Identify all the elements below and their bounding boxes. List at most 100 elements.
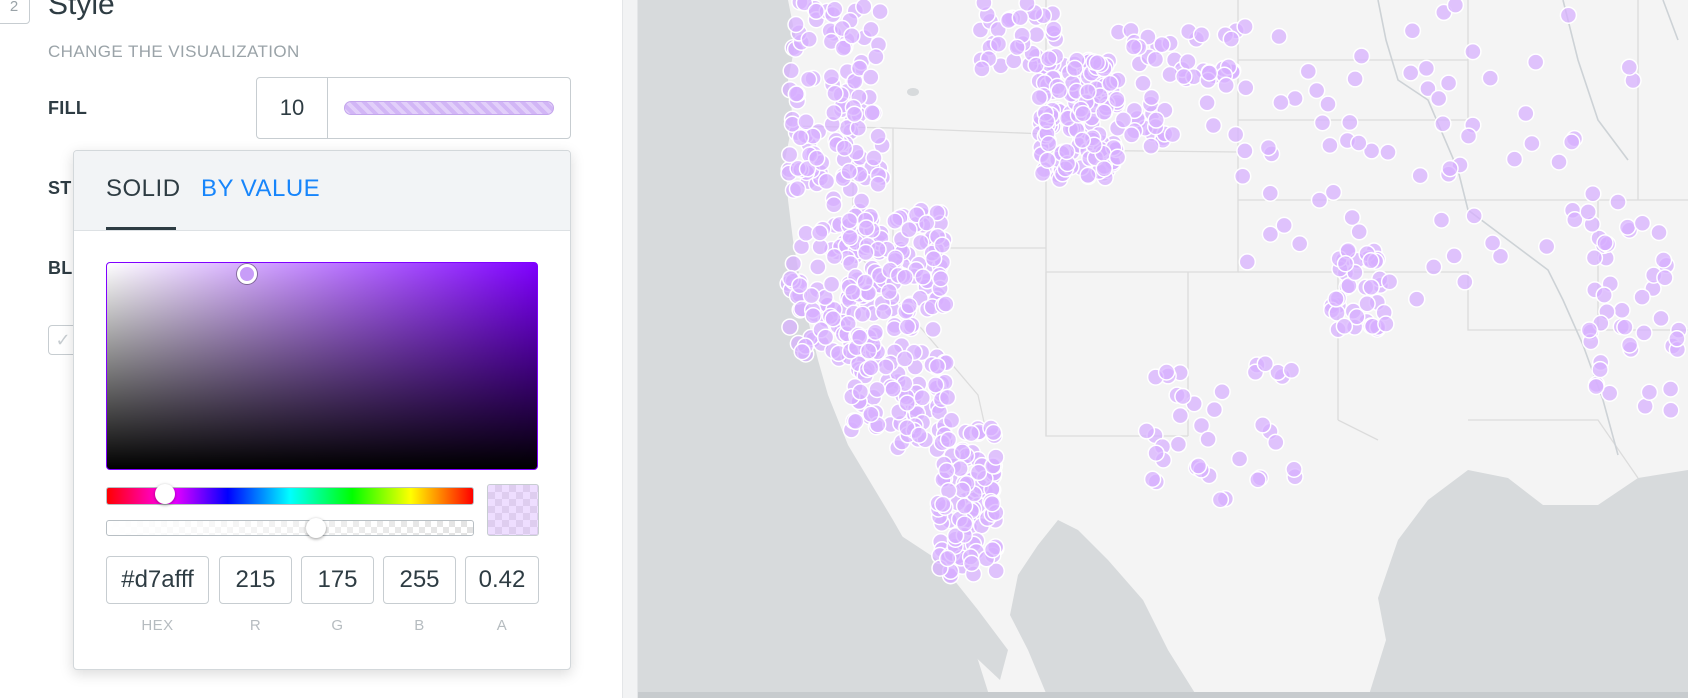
- map-point[interactable]: [807, 2, 825, 21]
- map-point[interactable]: [1256, 354, 1275, 373]
- green-input[interactable]: 175: [301, 556, 374, 604]
- map-point[interactable]: [799, 70, 818, 89]
- alpha-slider-handle[interactable]: [306, 518, 326, 538]
- map-point[interactable]: [825, 103, 843, 122]
- map-point[interactable]: [840, 162, 858, 181]
- map-point[interactable]: [1039, 134, 1058, 153]
- map-point[interactable]: [910, 426, 928, 444]
- map-point[interactable]: [1483, 234, 1502, 252]
- map-point[interactable]: [1432, 211, 1451, 229]
- map-point[interactable]: [1175, 67, 1193, 86]
- map-point[interactable]: [1275, 216, 1293, 235]
- map-point[interactable]: [1143, 470, 1162, 488]
- map-point[interactable]: [898, 318, 917, 336]
- map-point[interactable]: [926, 376, 945, 394]
- map-point[interactable]: [1057, 142, 1076, 161]
- map-point[interactable]: [1380, 273, 1399, 291]
- map-point[interactable]: [1238, 253, 1257, 271]
- map-point[interactable]: [896, 268, 914, 286]
- map-point[interactable]: [1584, 184, 1602, 203]
- map-point[interactable]: [1040, 50, 1058, 68]
- map-point[interactable]: [845, 105, 864, 123]
- map-point[interactable]: [938, 549, 957, 568]
- map-point[interactable]: [1620, 336, 1639, 354]
- map-point[interactable]: [1267, 433, 1285, 452]
- map-point[interactable]: [1401, 64, 1420, 82]
- map-point[interactable]: [1108, 90, 1126, 109]
- map-point[interactable]: [1037, 112, 1056, 130]
- map-point[interactable]: [787, 85, 806, 103]
- map-point[interactable]: [989, 35, 1008, 53]
- map-point[interactable]: [1596, 234, 1614, 252]
- map-point[interactable]: [857, 219, 876, 237]
- map-point[interactable]: [1205, 400, 1224, 419]
- map-point[interactable]: [1481, 69, 1500, 87]
- map-point[interactable]: [934, 495, 952, 514]
- map-point[interactable]: [1439, 74, 1458, 92]
- map-point[interactable]: [1446, 0, 1465, 14]
- map-point[interactable]: [1011, 8, 1030, 27]
- map-point[interactable]: [1200, 64, 1219, 82]
- map-point[interactable]: [1407, 290, 1426, 308]
- map-point[interactable]: [1350, 134, 1368, 152]
- map-point[interactable]: [1635, 324, 1653, 342]
- map-point[interactable]: [852, 192, 871, 210]
- map-point[interactable]: [857, 243, 875, 262]
- map-point[interactable]: [826, 84, 844, 103]
- map-point[interactable]: [1445, 247, 1463, 265]
- map-point[interactable]: [1157, 363, 1176, 381]
- map-point[interactable]: [914, 268, 932, 286]
- map-point[interactable]: [1505, 150, 1524, 168]
- map-point[interactable]: [1633, 288, 1651, 306]
- map-point[interactable]: [1411, 166, 1429, 185]
- map-point[interactable]: [1038, 151, 1057, 169]
- map-point[interactable]: [865, 149, 883, 167]
- map-point[interactable]: [900, 297, 918, 315]
- map-point[interactable]: [1517, 104, 1535, 123]
- map-point[interactable]: [835, 139, 854, 157]
- map-point[interactable]: [809, 258, 827, 276]
- map-point[interactable]: [1310, 191, 1329, 209]
- map-point[interactable]: [797, 113, 815, 131]
- map-point[interactable]: [1030, 88, 1049, 107]
- map-point[interactable]: [924, 320, 942, 339]
- map-point[interactable]: [877, 358, 895, 376]
- map-point[interactable]: [851, 383, 870, 401]
- map-point[interactable]: [1335, 317, 1354, 336]
- map-point[interactable]: [880, 282, 898, 301]
- map-point[interactable]: [1114, 111, 1133, 129]
- map-point[interactable]: [942, 411, 961, 430]
- map-point[interactable]: [1662, 401, 1680, 420]
- map-point[interactable]: [1613, 301, 1631, 319]
- map-point[interactable]: [822, 67, 841, 86]
- map-point[interactable]: [804, 306, 822, 325]
- map-point[interactable]: [973, 60, 991, 78]
- map-point[interactable]: [1350, 223, 1368, 241]
- map-point[interactable]: [1134, 74, 1152, 93]
- map-point[interactable]: [1204, 116, 1223, 135]
- fill-color-swatch-button[interactable]: [328, 78, 570, 138]
- map-point[interactable]: [826, 0, 844, 19]
- map-point[interactable]: [869, 127, 887, 146]
- map-point[interactable]: [1434, 115, 1452, 133]
- map-point[interactable]: [1253, 416, 1272, 434]
- map-point[interactable]: [1321, 136, 1339, 155]
- map-point[interactable]: [1088, 54, 1107, 72]
- map-point[interactable]: [1050, 81, 1068, 100]
- map-point[interactable]: [975, 0, 993, 12]
- map-point[interactable]: [1236, 17, 1254, 36]
- map-point[interactable]: [1259, 138, 1278, 157]
- map-point[interactable]: [1101, 74, 1119, 93]
- map-point[interactable]: [875, 302, 893, 321]
- map-point[interactable]: [1609, 193, 1627, 211]
- map-point[interactable]: [1456, 273, 1474, 291]
- map-point[interactable]: [1591, 360, 1609, 379]
- hex-input[interactable]: #d7afff: [106, 556, 209, 604]
- map-point[interactable]: [841, 228, 859, 247]
- map-point[interactable]: [817, 172, 836, 191]
- map-point[interactable]: [1585, 248, 1604, 267]
- map-point[interactable]: [793, 342, 811, 361]
- map-point[interactable]: [855, 0, 873, 16]
- map-point[interactable]: [822, 275, 841, 293]
- map-point[interactable]: [1327, 290, 1345, 308]
